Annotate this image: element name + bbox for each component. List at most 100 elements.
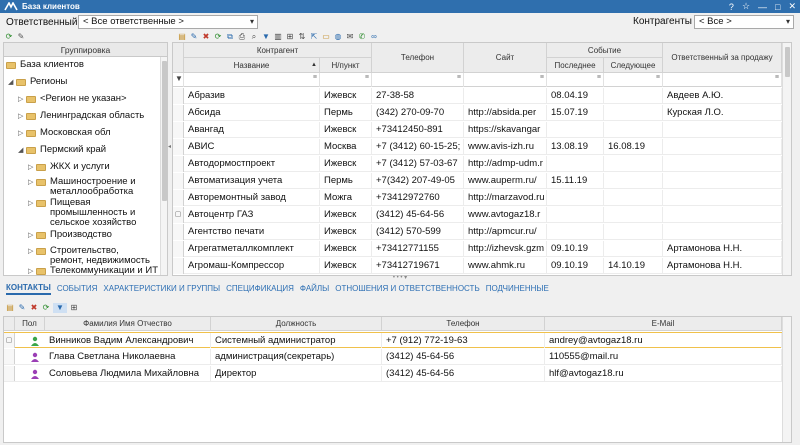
filter-icon[interactable]: ▼ xyxy=(261,32,271,42)
tree-item-telecom[interactable]: ▷ Телекоммуникации и ИТ xyxy=(28,266,158,275)
row-indicator[interactable] xyxy=(173,88,184,104)
grid-scrollbar[interactable] xyxy=(782,43,791,275)
site-column-header[interactable]: Сайт xyxy=(464,43,547,73)
phone-column-header[interactable]: Телефон xyxy=(372,43,464,73)
row-indicator[interactable] xyxy=(173,190,184,206)
tab-relations[interactable]: ОТНОШЕНИЯ И ОТВЕТСТВЕННОСТЬ xyxy=(335,284,479,293)
minimize-button[interactable]: — xyxy=(758,2,767,12)
filter-menu-icon[interactable]: ≡ xyxy=(365,74,369,81)
expand-icon[interactable]: ▷ xyxy=(18,95,26,105)
table-row[interactable]: Автодормостпроект Ижевск +7 (3412) 57-03-6… xyxy=(173,156,782,172)
link-icon[interactable]: ∞ xyxy=(369,32,379,42)
tree-item-leningrad[interactable]: ▷ Ленинградская область xyxy=(18,111,144,122)
collapse-icon[interactable]: ◢ xyxy=(8,78,16,88)
contractors-select[interactable]: < Все > ▾ xyxy=(694,15,794,29)
folder-icon[interactable]: ▭ xyxy=(321,32,331,42)
grid-icon[interactable]: ⊞ xyxy=(69,303,79,313)
filter-menu-icon[interactable]: ≡ xyxy=(540,74,544,81)
name-column-header[interactable]: Название ▲ xyxy=(184,58,320,73)
table-row[interactable]: Абразив Ижевск 27-38-58 08.04.19 Авдеев А.Ю. xyxy=(173,88,782,104)
tree-scroll-thumb[interactable] xyxy=(162,61,167,201)
copy-icon[interactable]: ⧉ xyxy=(225,32,235,42)
row-indicator[interactable] xyxy=(4,366,15,381)
city-filter-cell[interactable]: ≡ xyxy=(320,73,372,87)
globe-icon[interactable]: ◍ xyxy=(333,32,343,42)
edit-icon[interactable]: ✎ xyxy=(189,32,199,42)
row-indicator[interactable]: ▢ xyxy=(173,207,184,223)
expand-icon[interactable]: ▷ xyxy=(18,129,26,139)
new-document-icon[interactable]: ▤ xyxy=(5,303,15,313)
row-indicator[interactable] xyxy=(173,122,184,138)
table-row[interactable]: Абсида Пермь (342) 270-09-70 http://absida.… xyxy=(173,105,782,121)
next-event-column-header[interactable]: Следующее xyxy=(604,58,663,73)
fio-column-header[interactable]: Фамилия Имя Отчество xyxy=(45,317,211,331)
tree-item-regions[interactable]: ◢ Регионы xyxy=(8,77,67,88)
phone-icon[interactable]: ✆ xyxy=(357,32,367,42)
phone-column-header[interactable]: Телефон xyxy=(382,317,545,331)
print-icon[interactable]: ⎙ xyxy=(237,32,247,42)
new-document-icon[interactable]: ▤ xyxy=(177,32,187,42)
table-row[interactable]: Агромаш-Компрессор Ижевск +73412719671 www.… xyxy=(173,258,782,274)
table-row[interactable]: Автоматизация учета Пермь +7(342) 207-49-0… xyxy=(173,173,782,189)
grid-icon[interactable]: ⊞ xyxy=(285,32,295,42)
email-column-header[interactable]: E-Mail xyxy=(545,317,782,331)
row-indicator[interactable] xyxy=(173,139,184,155)
tree-item-no-region[interactable]: ▷ <Регион не указан> xyxy=(18,94,127,105)
table-row[interactable]: Авторемонтный завод Можга +73412972760 http… xyxy=(173,190,782,206)
tree-item-production[interactable]: ▷ Производство xyxy=(28,230,112,241)
tree-item-housing[interactable]: ▷ ЖКХ и услуги xyxy=(28,162,110,173)
grid-scroll-thumb[interactable] xyxy=(785,47,790,77)
close-button[interactable]: ✕ xyxy=(788,1,796,12)
tab-files[interactable]: ФАЙЛЫ xyxy=(300,284,329,293)
filter-menu-icon[interactable]: ≡ xyxy=(656,74,660,81)
phone-filter-cell[interactable]: ≡ xyxy=(372,73,464,87)
collapse-icon[interactable]: ◢ xyxy=(18,146,26,156)
filter-menu-icon[interactable]: ≡ xyxy=(597,74,601,81)
table-row[interactable]: Агентство печати Ижевск (3412) 570-599 http… xyxy=(173,224,782,240)
name-filter-cell[interactable]: ≡ xyxy=(184,73,320,87)
tab-characteristics[interactable]: ХАРАКТЕРИСТИКИ И ГРУППЫ xyxy=(103,284,220,293)
tab-events[interactable]: СОБЫТИЯ xyxy=(57,284,98,293)
row-indicator[interactable] xyxy=(173,258,184,274)
refresh-icon[interactable]: ⟳ xyxy=(213,32,223,42)
manager-column-header[interactable]: Ответственный за продажу xyxy=(663,43,782,73)
last-filter-cell[interactable]: ≡ xyxy=(547,73,604,87)
refresh-icon[interactable]: ⟳ xyxy=(41,303,51,313)
row-indicator[interactable] xyxy=(4,349,15,364)
table-row[interactable]: Соловьева Людмила Михайловна Директор (341… xyxy=(4,366,782,382)
expand-icon[interactable]: ▷ xyxy=(28,231,36,241)
table-row[interactable]: ▢ Автоцентр ГАЗ Ижевск (3412) 45-64-56 www.a… xyxy=(173,207,782,223)
tab-subordinates[interactable]: ПОДЧИНЕННЫЕ xyxy=(486,284,549,293)
edit-icon[interactable]: ✎ xyxy=(17,303,27,313)
help-button[interactable]: ? xyxy=(729,2,734,12)
row-indicator[interactable] xyxy=(173,224,184,240)
city-column-header[interactable]: Н/пункт xyxy=(320,58,372,73)
export-icon[interactable]: ⇱ xyxy=(309,32,319,42)
wrench-icon[interactable]: ✎ xyxy=(16,32,26,42)
splitter-arrow-icon[interactable]: ◂ xyxy=(168,143,171,150)
table-row[interactable]: Глава Светлана Николаевна администрация(с… xyxy=(4,349,782,365)
tree-item-machinery[interactable]: ▷ Машиностроение и металлообработка xyxy=(28,177,153,197)
last-event-column-header[interactable]: Последнее xyxy=(547,58,604,73)
filter-icon[interactable]: ▼ xyxy=(53,303,67,313)
favorite-button[interactable]: ☆ xyxy=(742,1,750,12)
tree-item-food[interactable]: ▷ Пищевая промышленность и сельское хозя… xyxy=(28,198,153,228)
tree-item-perm[interactable]: ◢ Пермский край xyxy=(18,145,106,156)
sort-icon[interactable]: ⇅ xyxy=(297,32,307,42)
tab-contacts[interactable]: КОНТАКТЫ xyxy=(6,283,51,295)
row-indicator[interactable]: ▢ xyxy=(4,333,15,348)
gender-column-header[interactable]: Пол xyxy=(15,317,45,331)
filter-menu-icon[interactable]: ≡ xyxy=(313,74,317,81)
tree-scrollbar[interactable] xyxy=(160,57,167,275)
next-filter-cell[interactable]: ≡ xyxy=(604,73,663,87)
delete-icon[interactable]: ✖ xyxy=(29,303,39,313)
tree-item-construction[interactable]: ▷ Строительство, ремонт, недвижимость xyxy=(28,246,153,266)
expand-icon[interactable]: ▷ xyxy=(18,112,26,122)
expand-icon[interactable]: ▷ xyxy=(28,267,36,275)
expand-icon[interactable]: ▷ xyxy=(28,247,36,257)
expand-icon[interactable]: ▷ xyxy=(28,178,36,188)
mail-icon[interactable]: ✉ xyxy=(345,32,355,42)
tree-item-root[interactable]: База клиентов xyxy=(6,60,84,70)
row-indicator[interactable] xyxy=(173,105,184,121)
table-row[interactable]: ▢ Винников Вадим Александрович Системный а… xyxy=(4,332,782,348)
